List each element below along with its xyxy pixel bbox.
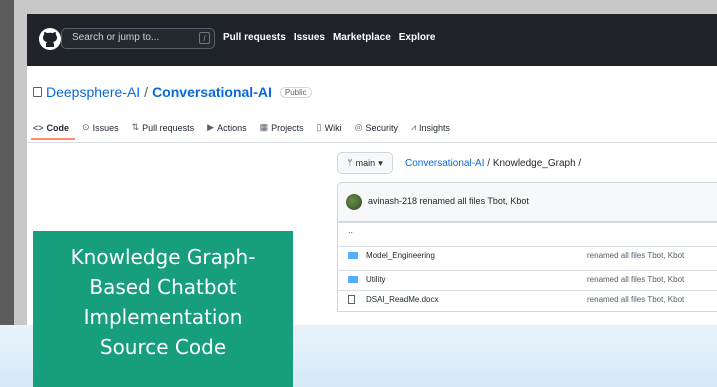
issues-icon: ⊙ xyxy=(82,122,90,132)
tab-security[interactable]: ◎ Security xyxy=(355,122,398,133)
tab-label: Issues xyxy=(92,122,119,133)
branch-label: main xyxy=(355,158,376,168)
tab-label: Pull requests xyxy=(142,122,195,133)
parent-dir-link[interactable]: .. xyxy=(348,225,353,235)
parent-dir-row[interactable]: .. xyxy=(338,222,717,241)
active-tab-indicator xyxy=(31,138,75,140)
tabs-divider xyxy=(27,142,717,143)
tab-label: Wiki xyxy=(324,122,342,133)
tab-insights[interactable]: ⩘ Insights xyxy=(411,122,450,133)
tab-code[interactable]: <> Code xyxy=(33,122,69,133)
visibility-badge: Public xyxy=(279,86,312,98)
latest-commit-bar: avinash-218 renamed all files Tbot, Kbot xyxy=(337,182,717,222)
wiki-icon: ▯ xyxy=(316,122,322,132)
file-name[interactable]: Utility xyxy=(366,275,386,284)
file-commit-message[interactable]: renamed all files Tbot, Kbot xyxy=(587,251,684,260)
file-list: .. Model_Engineering renamed all files T… xyxy=(337,222,717,312)
caption-line: Implementation xyxy=(83,305,243,329)
github-logo-icon[interactable] xyxy=(38,27,62,51)
caption-line: Knowledge Graph- xyxy=(70,245,256,269)
tab-label: Code xyxy=(46,122,70,133)
nav-pull-requests[interactable]: Pull requests xyxy=(223,32,286,43)
tab-label: Projects xyxy=(271,122,304,133)
insights-icon: ⩘ xyxy=(410,122,417,132)
left-border xyxy=(0,0,14,325)
top-navigation: Pull requests Issues Marketplace Explore xyxy=(223,32,435,43)
slash-shortcut-key: / xyxy=(199,32,210,44)
file-icon xyxy=(348,295,355,304)
search-placeholder: Search or jump to... xyxy=(72,32,160,43)
file-name[interactable]: DSAI_ReadMe.docx xyxy=(366,295,438,304)
tab-wiki[interactable]: ▯ Wiki xyxy=(317,122,342,133)
caption-box: Knowledge Graph- Based Chatbot Implement… xyxy=(33,231,293,387)
security-icon: ◎ xyxy=(354,122,363,132)
tab-issues[interactable]: ⊙ Issues xyxy=(82,122,119,133)
file-name[interactable]: Model_Engineering xyxy=(366,251,435,260)
tab-actions[interactable]: ▶ Actions xyxy=(207,122,246,133)
repo-name-link[interactable]: Conversational-AI xyxy=(152,84,272,100)
projects-icon: ▦ xyxy=(259,122,269,132)
breadcrumb-path: / Knowledge_Graph / xyxy=(484,158,582,169)
actions-icon: ▶ xyxy=(207,122,215,132)
repo-heading: Deepsphere-AI / Conversational-AI Public xyxy=(33,84,312,100)
branch-selector[interactable]: ᛘ main ▾ xyxy=(337,152,393,174)
repo-tabs: <> Code ⊙ Issues ⇅ Pull requests ▶ Actio… xyxy=(33,122,450,133)
commit-message[interactable]: avinash-218 renamed all files Tbot, Kbot xyxy=(368,196,529,206)
search-input[interactable]: Search or jump to... / xyxy=(61,28,215,49)
tab-pull-requests[interactable]: ⇅ Pull requests xyxy=(132,122,195,133)
avatar[interactable] xyxy=(346,194,362,210)
repo-icon xyxy=(33,87,42,97)
breadcrumb: Conversational-AI / Knowledge_Graph / xyxy=(405,158,581,169)
nav-issues[interactable]: Issues xyxy=(294,32,325,43)
list-item[interactable]: DSAI_ReadMe.docx renamed all files Tbot,… xyxy=(338,290,717,309)
branch-icon: ᛘ xyxy=(347,158,353,168)
file-commit-message[interactable]: renamed all files Tbot, Kbot xyxy=(587,275,684,284)
caption-line: Based Chatbot xyxy=(89,275,237,299)
list-item[interactable]: Utility renamed all files Tbot, Kbot xyxy=(338,270,717,289)
tab-label: Actions xyxy=(217,122,247,133)
nav-marketplace[interactable]: Marketplace xyxy=(333,32,391,43)
caption-line: Source Code xyxy=(99,335,227,359)
code-icon: <> xyxy=(33,122,44,133)
list-item[interactable]: Model_Engineering renamed all files Tbot… xyxy=(338,246,717,265)
tab-projects[interactable]: ▦ Projects xyxy=(260,122,304,133)
folder-icon xyxy=(348,252,358,259)
folder-icon xyxy=(348,276,358,283)
repo-owner-link[interactable]: Deepsphere-AI xyxy=(46,84,140,100)
tab-label: Security xyxy=(365,122,398,133)
chevron-down-icon: ▾ xyxy=(378,157,383,168)
tab-label: Insights xyxy=(419,122,451,133)
file-commit-message[interactable]: renamed all files Tbot, Kbot xyxy=(587,295,684,304)
breadcrumb-repo-link[interactable]: Conversational-AI xyxy=(405,158,484,169)
pull-request-icon: ⇅ xyxy=(131,122,140,132)
nav-explore[interactable]: Explore xyxy=(399,32,436,43)
repo-separator: / xyxy=(144,84,149,100)
github-header: Search or jump to... / Pull requests Iss… xyxy=(27,14,717,66)
